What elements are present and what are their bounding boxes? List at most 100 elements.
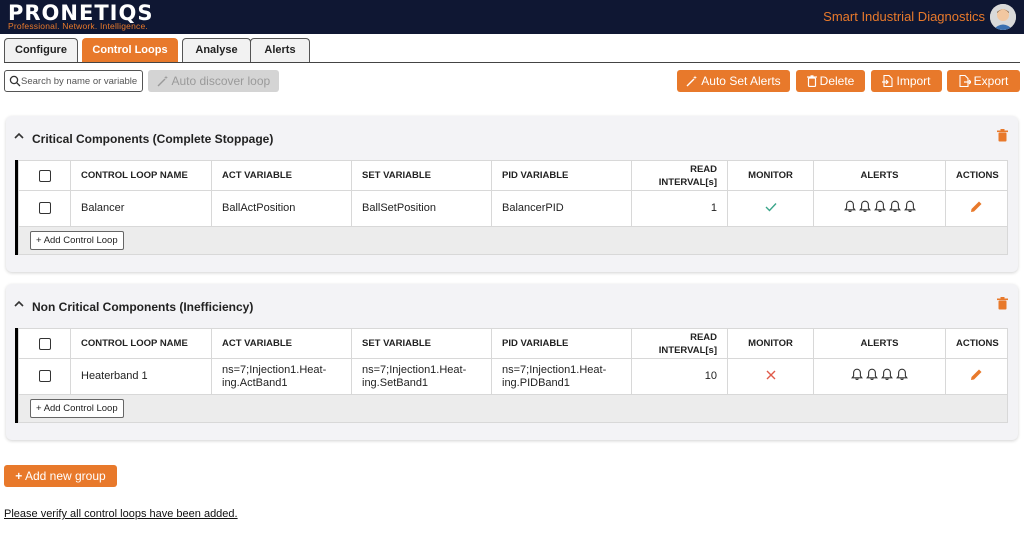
bell-icon[interactable]: [858, 200, 871, 217]
control-loop-group: Non Critical Components (Inefficiency) C…: [6, 284, 1018, 440]
bell-icon[interactable]: [843, 200, 856, 217]
plus-icon: +: [15, 469, 23, 483]
column-header[interactable]: CONTROL LOOP NAME: [70, 160, 212, 191]
export-label: Export: [973, 74, 1009, 88]
group-header[interactable]: Critical Components (Complete Stoppage): [6, 116, 1018, 156]
bell-icon[interactable]: [896, 368, 908, 385]
group-header[interactable]: Non Critical Components (Inefficiency): [6, 284, 1018, 324]
chevron-up-icon[interactable]: [14, 132, 24, 140]
row-checkbox[interactable]: [38, 202, 51, 215]
column-header[interactable]: ACTIONS: [945, 160, 1008, 191]
auto-discover-label: Auto discover loop: [171, 74, 271, 88]
delete-button[interactable]: Delete: [796, 70, 865, 92]
add-row: + Add Control Loop: [18, 394, 1008, 423]
chevron-up-icon[interactable]: [14, 300, 24, 308]
table-row: Balancer BallActPosition BallSetPosition…: [18, 190, 1008, 227]
column-header[interactable]: MONITOR: [727, 160, 814, 191]
bell-icon[interactable]: [888, 200, 901, 217]
column-header[interactable]: ACT VARIABLE: [211, 160, 352, 191]
group-title: Critical Components (Complete Stoppage): [32, 132, 274, 146]
pid-variable: ns=7;Injection1.Heat-ing.PIDBand1: [491, 358, 632, 395]
avatar[interactable]: [990, 4, 1016, 30]
bell-icon[interactable]: [903, 200, 916, 217]
add-row: + Add Control Loop: [18, 226, 1008, 255]
file-import-icon: [882, 74, 894, 87]
set-variable: BallSetPosition: [351, 190, 492, 227]
trash-icon[interactable]: [997, 297, 1008, 310]
add-control-loop-button[interactable]: + Add Control Loop: [30, 231, 124, 250]
search-icon: [9, 75, 21, 87]
select-all-checkbox[interactable]: [38, 337, 51, 350]
auto-set-alerts-button[interactable]: Auto Set Alerts: [677, 70, 790, 92]
close-icon[interactable]: [766, 370, 776, 380]
control-loop-group: Critical Components (Complete Stoppage) …: [6, 116, 1018, 272]
column-header[interactable]: MONITOR: [727, 328, 814, 359]
column-header[interactable]: ACT VARIABLE: [211, 328, 352, 359]
row-select-cell: [18, 358, 71, 395]
bell-icon[interactable]: [881, 368, 893, 385]
search-input[interactable]: [21, 73, 139, 89]
add-control-loop-label: Add Control Loop: [43, 235, 118, 246]
row-select-cell: [18, 190, 71, 227]
magic-wand-icon: [686, 75, 698, 87]
tab-divider: [4, 62, 1020, 63]
column-header[interactable]: READ INTERVAL[s]: [631, 328, 728, 359]
read-interval: 1: [631, 190, 728, 227]
plus-icon: +: [36, 403, 42, 414]
verify-message[interactable]: Please verify all control loops have bee…: [4, 508, 238, 520]
column-header[interactable]: ALERTS: [813, 160, 946, 191]
tab-configure[interactable]: Configure: [4, 38, 78, 62]
column-header[interactable]: SET VARIABLE: [351, 328, 492, 359]
column-header[interactable]: PID VARIABLE: [491, 328, 632, 359]
add-control-loop-button[interactable]: + Add Control Loop: [30, 399, 124, 418]
set-variable: ns=7;Injection1.Heat-ing.SetBand1: [351, 358, 492, 395]
loop-name: Balancer: [70, 190, 212, 227]
auto-discover-loop-button[interactable]: Auto discover loop: [148, 70, 279, 92]
act-variable: BallActPosition: [211, 190, 352, 227]
column-header[interactable]: ACTIONS: [945, 328, 1008, 359]
magic-wand-icon: [157, 75, 168, 87]
add-new-group-button[interactable]: + Add new group: [4, 465, 117, 487]
column-header[interactable]: SET VARIABLE: [351, 160, 492, 191]
trash-icon: [806, 75, 817, 87]
loop-name: Heaterband 1: [70, 358, 212, 395]
select-all-checkbox[interactable]: [38, 169, 51, 182]
trash-icon[interactable]: [997, 129, 1008, 142]
edit-pencil-icon[interactable]: [970, 368, 983, 381]
auto-set-alerts-label: Auto Set Alerts: [701, 74, 781, 88]
monitor-cell: [727, 190, 814, 227]
select-all-cell: [18, 160, 71, 191]
actions-cell: [945, 358, 1008, 395]
column-header[interactable]: ALERTS: [813, 328, 946, 359]
import-label: Import: [896, 74, 931, 88]
export-button[interactable]: Export: [947, 70, 1020, 92]
row-checkbox[interactable]: [38, 370, 51, 383]
control-loop-table: CONTROL LOOP NAME ACT VARIABLE SET VARIA…: [15, 160, 1008, 255]
bell-icon[interactable]: [873, 200, 886, 217]
edit-pencil-icon[interactable]: [970, 200, 983, 213]
top-bar: PRONETIQS Professional. Network. Intelli…: [0, 0, 1024, 34]
column-header[interactable]: READ INTERVAL[s]: [631, 160, 728, 191]
group-title: Non Critical Components (Inefficiency): [32, 300, 254, 314]
check-icon[interactable]: [765, 202, 777, 212]
file-export-icon: [959, 74, 971, 87]
delete-label: Delete: [819, 74, 855, 88]
alerts-cell: [813, 358, 946, 395]
actions-cell: [945, 190, 1008, 227]
pid-variable: BalancerPID: [491, 190, 632, 227]
import-button[interactable]: Import: [871, 70, 942, 92]
add-control-loop-label: Add Control Loop: [43, 403, 118, 414]
table-row: Heaterband 1 ns=7;Injection1.Heat-ing.Ac…: [18, 358, 1008, 395]
tab-control-loops[interactable]: Control Loops: [82, 38, 178, 62]
logo-tagline: Professional. Network. Intelligence.: [8, 21, 148, 31]
plus-icon: +: [36, 235, 42, 246]
search-field[interactable]: [4, 70, 143, 92]
bell-icon[interactable]: [851, 368, 863, 385]
bell-icon[interactable]: [866, 368, 878, 385]
tab-analyse[interactable]: Analyse: [182, 38, 251, 62]
tab-alerts[interactable]: Alerts: [250, 38, 310, 62]
column-header[interactable]: PID VARIABLE: [491, 160, 632, 191]
column-header[interactable]: CONTROL LOOP NAME: [70, 328, 212, 359]
select-all-cell: [18, 328, 71, 359]
control-loop-table: CONTROL LOOP NAME ACT VARIABLE SET VARIA…: [15, 328, 1008, 423]
